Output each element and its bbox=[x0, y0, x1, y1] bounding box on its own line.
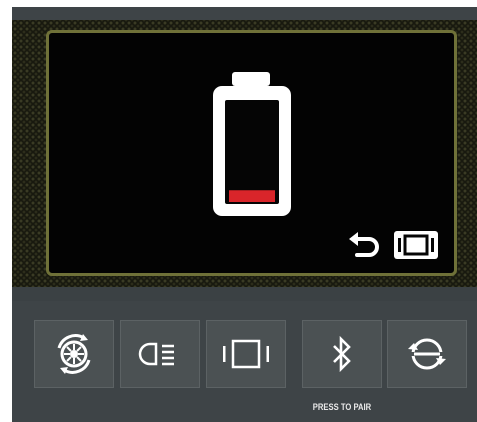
battery-icon bbox=[213, 72, 291, 216]
headlight-button[interactable] bbox=[120, 320, 200, 388]
battery-level-fill bbox=[229, 190, 275, 202]
bluetooth-icon bbox=[333, 335, 351, 373]
panel-divider bbox=[12, 287, 477, 301]
back-arrow-icon[interactable] bbox=[347, 230, 385, 258]
bluetooth-pair-button[interactable] bbox=[302, 320, 382, 388]
sync-cycle-button[interactable] bbox=[387, 320, 467, 388]
wheel-rotate-button[interactable] bbox=[34, 320, 114, 388]
screen-mode-button[interactable] bbox=[206, 320, 286, 388]
sync-cycle-icon bbox=[408, 338, 446, 370]
screen-mode-icon[interactable] bbox=[394, 231, 438, 259]
press-to-pair-label: PRESS TO PAIR bbox=[312, 402, 372, 412]
headlight-icon bbox=[138, 342, 174, 366]
screen-mode-icon bbox=[223, 339, 269, 369]
wheel-rotate-icon bbox=[57, 334, 91, 374]
